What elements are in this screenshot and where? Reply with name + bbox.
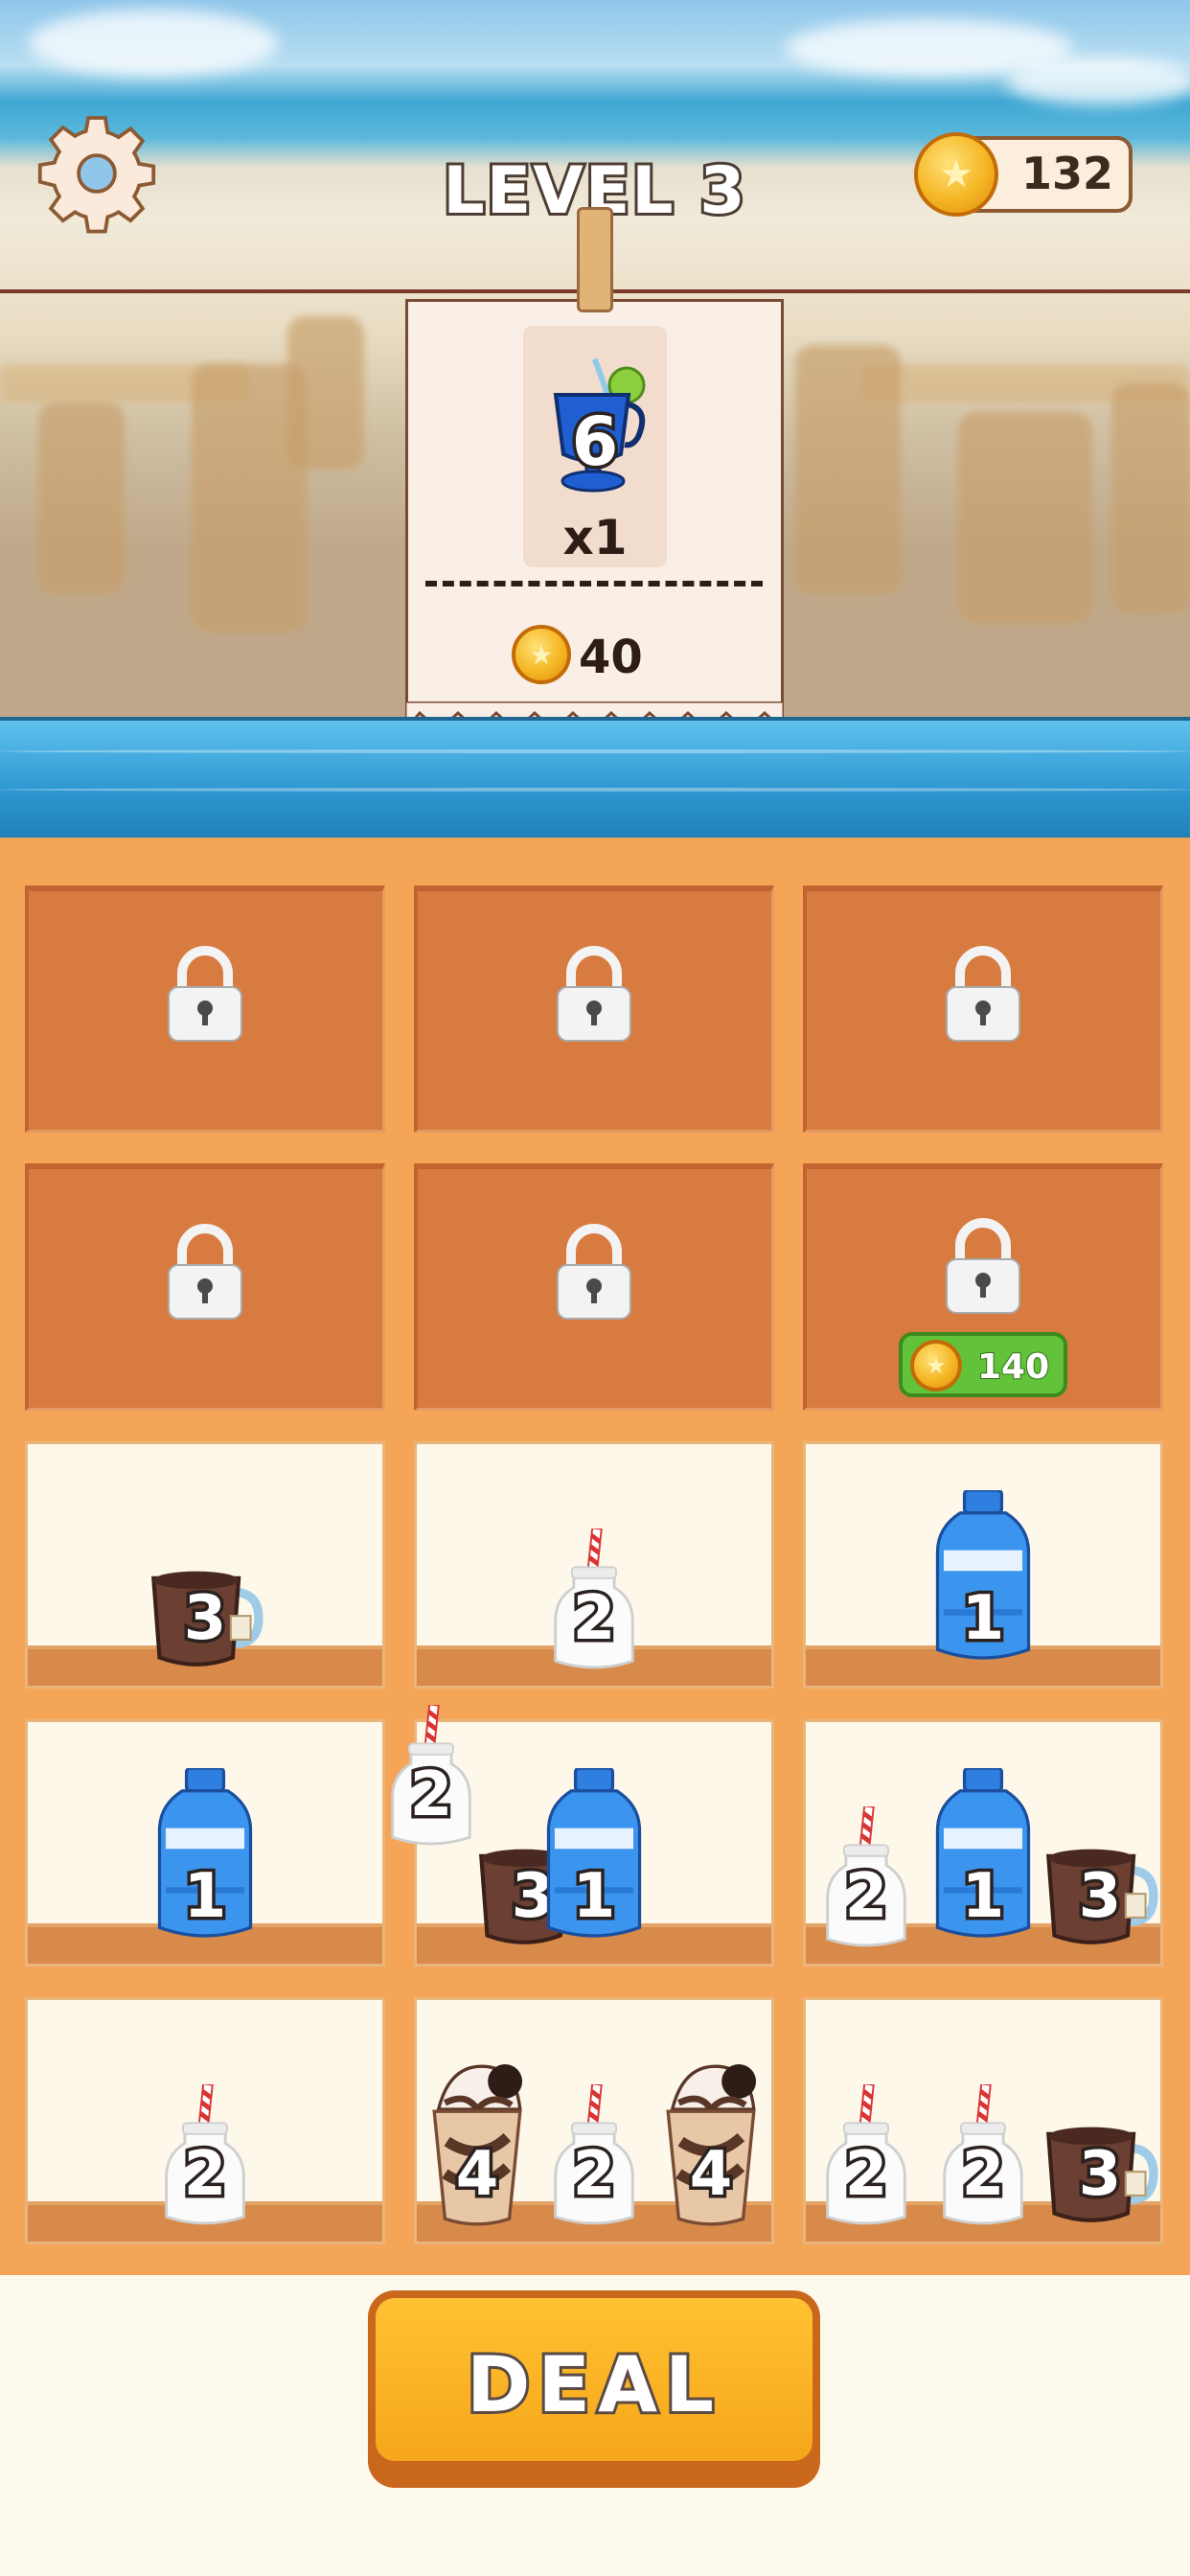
milk-bottle-item[interactable]: 2 — [385, 1703, 477, 1848]
milk-bottle-item[interactable]: 2 — [159, 2082, 251, 2227]
deal-button-label: DEAL — [464, 2337, 721, 2432]
gear-icon — [37, 116, 156, 234]
water-bottle-item[interactable]: 1 — [931, 1766, 1035, 1949]
coffee-mug-item[interactable]: 3 — [1041, 1830, 1159, 1949]
settings-button[interactable] — [36, 113, 157, 234]
water-bottle-item[interactable]: 1 — [931, 1488, 1035, 1671]
coin-icon: ★ — [910, 1340, 962, 1392]
milk-bottle-item[interactable]: 2 — [937, 2082, 1029, 2227]
unlock-price-value: 140 — [976, 1346, 1050, 1388]
item-number: 2 — [569, 1580, 619, 1658]
milkshake-item[interactable]: 4 — [423, 2056, 531, 2227]
item-number: 3 — [180, 1580, 230, 1658]
water-bottle-item[interactable]: 1 — [542, 1766, 646, 1949]
clothespin — [577, 207, 613, 312]
lock-icon — [557, 946, 631, 1042]
coffee-mug-item[interactable]: 3 — [146, 1552, 264, 1671]
order-quantity: x1 — [562, 510, 628, 565]
reward-coin-icon: ★ — [512, 625, 571, 684]
item-number: 4 — [452, 2136, 502, 2214]
lock-icon — [946, 1218, 1020, 1314]
deal-button[interactable]: DEAL — [368, 2290, 820, 2488]
order-drink-number: 6 — [568, 400, 622, 485]
lock-icon — [557, 1224, 631, 1320]
item-number: 2 — [180, 2136, 230, 2214]
item-number: 2 — [406, 1757, 456, 1834]
item-number: 1 — [180, 1858, 230, 1936]
item-number: 1 — [958, 1580, 1008, 1658]
water-bottle-item[interactable]: 1 — [153, 1766, 257, 1949]
item-number: 3 — [1075, 2136, 1125, 2214]
lock-icon — [946, 946, 1020, 1042]
item-number: 2 — [958, 2136, 1008, 2214]
lock-icon — [168, 946, 242, 1042]
item-number: 1 — [958, 1858, 1008, 1936]
item-number: 2 — [569, 2136, 619, 2214]
coffee-mug-item[interactable]: 3 — [1041, 2108, 1159, 2227]
order-reward: 40 — [579, 631, 643, 684]
coin-balance: ★ 132 — [914, 132, 1133, 217]
lock-icon — [168, 1224, 242, 1320]
milk-bottle-item[interactable]: 2 — [820, 2082, 912, 2227]
item-number: 2 — [841, 2136, 891, 2214]
item-number: 4 — [686, 2136, 736, 2214]
unlock-price-button[interactable]: ★ 140 — [899, 1332, 1067, 1397]
counter-water-strip — [0, 717, 1190, 843]
milkshake-item[interactable]: 4 — [657, 2056, 765, 2227]
milk-bottle-item[interactable]: 2 — [548, 2082, 640, 2227]
ticket-divider — [425, 581, 763, 586]
item-number: 2 — [841, 1858, 891, 1936]
coin-icon: ★ — [914, 132, 998, 217]
milk-bottle-item[interactable]: 2 — [548, 1527, 640, 1671]
milk-bottle-item[interactable]: 2 — [820, 1805, 912, 1949]
item-number: 3 — [1075, 1858, 1125, 1936]
item-number: 1 — [569, 1858, 619, 1936]
coin-balance-value: 132 — [1021, 148, 1114, 199]
